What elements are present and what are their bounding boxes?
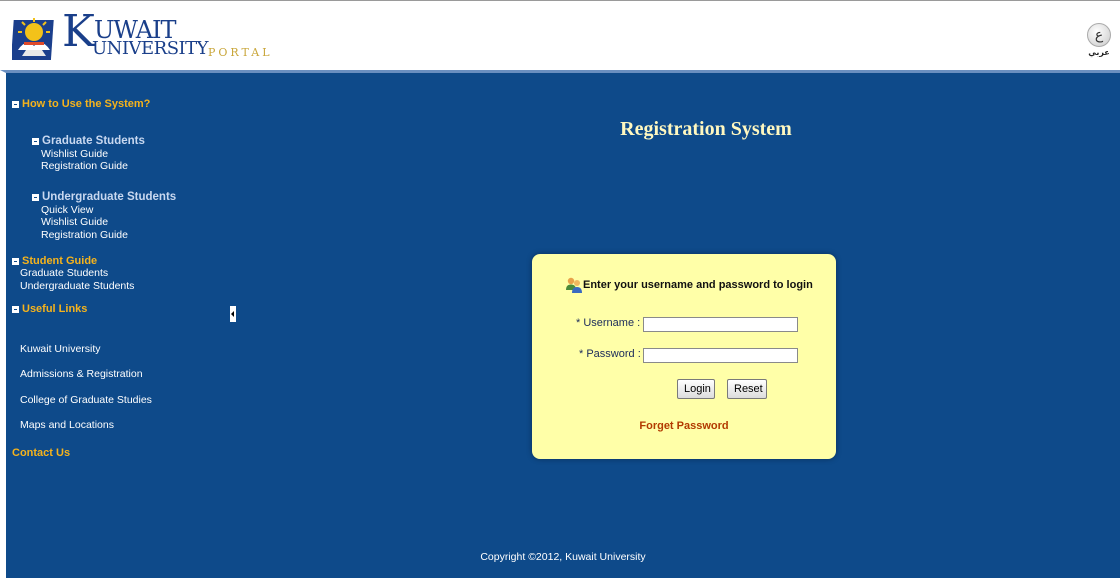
how-to-use-label: How to Use the System? [22,98,151,110]
collapse-icon [12,257,19,265]
reset-button[interactable]: Reset [727,379,767,399]
password-input[interactable] [643,348,798,363]
contact-us-label: Contact Us [12,447,71,459]
login-panel: Enter your username and password to logi… [532,254,836,459]
logo-portal: PORTAL [208,46,273,59]
student-guide-label: Student Guide [22,255,98,267]
main-panel: How to Use the System? Graduate Students… [0,70,1120,578]
forget-password-link[interactable]: Forget Password [532,420,836,432]
username-label: * Username : [576,317,641,329]
graduate-students-label: Graduate Students [42,135,145,147]
kuwait-university-link[interactable]: Kuwait University [20,343,101,355]
useful-links-label: Useful Links [22,303,88,315]
graduate-registration-guide-link[interactable]: Registration Guide [41,160,128,172]
contact-us-link[interactable]: Contact Us [12,447,70,459]
login-button[interactable]: Login [677,379,715,399]
maps-locations-link[interactable]: Maps and Locations [20,419,114,431]
student-guide-undergraduate-link[interactable]: Undergraduate Students [20,280,134,292]
collapse-icon [12,305,19,313]
college-graduate-studies-link[interactable]: College of Graduate Studies [20,394,152,406]
undergraduate-students-heading[interactable]: Undergraduate Students [32,191,176,203]
collapse-icon [32,137,39,145]
university-emblem-icon [10,16,58,62]
sidebar-collapse-toggle[interactable] [230,306,236,322]
admissions-registration-link[interactable]: Admissions & Registration [20,368,143,380]
undergraduate-registration-guide-link[interactable]: Registration Guide [41,229,128,241]
how-to-use-heading[interactable]: How to Use the System? [12,98,150,110]
undergraduate-quick-view-link[interactable]: Quick View [41,204,93,216]
logo-wordmark: K UWAIT UNIVERSITY PORTAL [62,10,292,62]
logo-university: UNIVERSITY [92,38,209,59]
header: K UWAIT UNIVERSITY PORTAL ع عربي [0,0,1120,70]
undergraduate-students-label: Undergraduate Students [42,191,177,203]
page-title: Registration System [620,118,792,140]
graduate-wishlist-guide-link[interactable]: Wishlist Guide [41,148,108,160]
logo-k: K [62,6,95,57]
collapse-icon [12,100,19,108]
useful-links-heading[interactable]: Useful Links [12,303,87,315]
copyright-footer: Copyright ©2012, Kuwait University [480,551,646,563]
kuwait-university-logo[interactable]: K UWAIT UNIVERSITY PORTAL [10,10,292,63]
username-input[interactable] [643,317,798,332]
password-label: * Password : [579,348,641,360]
arabic-language-icon: ع [1087,23,1111,47]
login-heading: Enter your username and password to logi… [565,276,813,294]
language-label: عربي [1088,48,1110,57]
users-icon [565,276,582,294]
graduate-students-heading[interactable]: Graduate Students [32,135,145,147]
language-switch[interactable]: ع عربي [1086,23,1112,57]
student-guide-heading[interactable]: Student Guide [12,255,97,267]
undergraduate-wishlist-guide-link[interactable]: Wishlist Guide [41,216,108,228]
collapse-icon [32,193,39,201]
student-guide-graduate-link[interactable]: Graduate Students [20,267,108,279]
login-heading-text: Enter your username and password to logi… [583,279,813,291]
